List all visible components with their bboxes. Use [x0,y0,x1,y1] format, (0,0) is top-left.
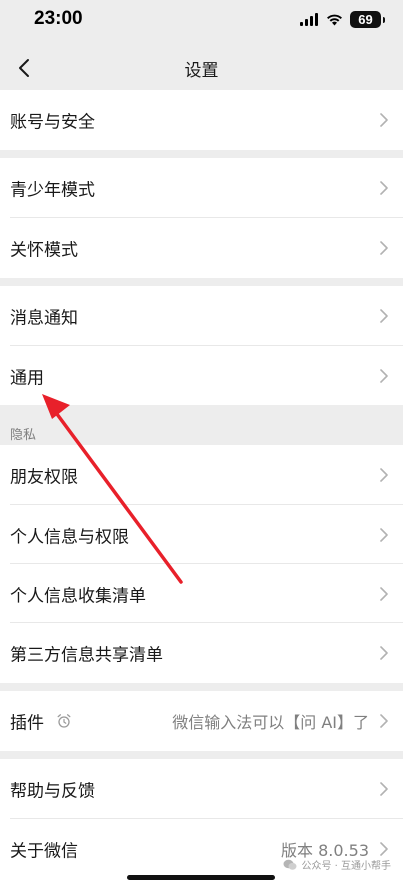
wifi-icon [327,14,342,26]
watermark-text: 公众号 · 互通小帮手 [301,861,391,872]
settings-item-label: 插件 [10,713,44,734]
chevron-right-icon [380,309,388,323]
status-bar: 23:00 69 [0,0,403,44]
chevron-right-icon [380,714,388,728]
settings-item-label: 消息通知 [10,308,78,329]
chevron-right-icon [380,527,388,542]
wechat-official-account-icon [283,859,297,870]
section-header-privacy: 隐私 [10,428,37,443]
settings-item-label: 第三方信息共享清单 [10,645,163,666]
settings-item-label: 关怀模式 [10,240,78,261]
settings-item-personal-info-permissions[interactable]: 个人信息与权限 [0,505,403,564]
settings-item-notifications[interactable]: 消息通知 [0,286,403,346]
settings-item-label: 个人信息与权限 [10,527,129,547]
chevron-right-icon [380,468,388,482]
settings-item-care-mode[interactable]: 关怀模式 [0,218,403,278]
nav-bar: 设置 [0,44,403,90]
settings-item-label: 关于微信 [10,841,78,862]
status-icons: 69 [300,11,385,28]
battery-level: 69 [358,12,373,27]
battery-icon: 69 [350,11,385,28]
chevron-right-icon [380,181,388,195]
status-time: 23:00 [34,8,83,29]
chevron-right-icon [380,586,388,601]
chevron-right-icon [380,842,388,856]
chevron-right-icon [380,113,388,127]
page-title: 设置 [184,61,219,81]
settings-item-label: 青少年模式 [10,180,95,201]
plugins-value: 微信输入法可以【问 AI】了 [172,713,369,732]
settings-item-third-party-sharing[interactable]: 第三方信息共享清单 [0,623,403,683]
home-indicator [127,875,275,880]
settings-item-general[interactable]: 通用 [0,346,403,405]
settings-item-label: 个人信息收集清单 [10,586,146,606]
chevron-right-icon [380,241,388,255]
settings-item-label: 通用 [10,368,44,388]
signal-icon [300,13,318,26]
settings-item-personal-info-collection[interactable]: 个人信息收集清单 [0,564,403,623]
watermark: 公众号 · 互通小帮手 [283,857,391,872]
alarm-clock-icon [57,714,71,728]
settings-item-account-security[interactable]: 账号与安全 [0,90,403,150]
settings-item-friend-permissions[interactable]: 朋友权限 [0,445,403,505]
chevron-right-icon [380,368,388,383]
chevron-right-icon [380,782,388,796]
settings-item-label: 帮助与反馈 [10,781,95,802]
chevron-right-icon [380,646,388,660]
settings-item-plugins[interactable]: 插件 微信输入法可以【问 AI】了 [0,691,403,751]
settings-item-help-feedback[interactable]: 帮助与反馈 [0,759,403,819]
settings-item-label: 朋友权限 [10,467,78,488]
settings-item-label: 账号与安全 [10,112,95,133]
settings-item-teen-mode[interactable]: 青少年模式 [0,158,403,218]
settings-item-about-wechat[interactable]: 关于微信 版本 8.0.53 [0,819,403,883]
